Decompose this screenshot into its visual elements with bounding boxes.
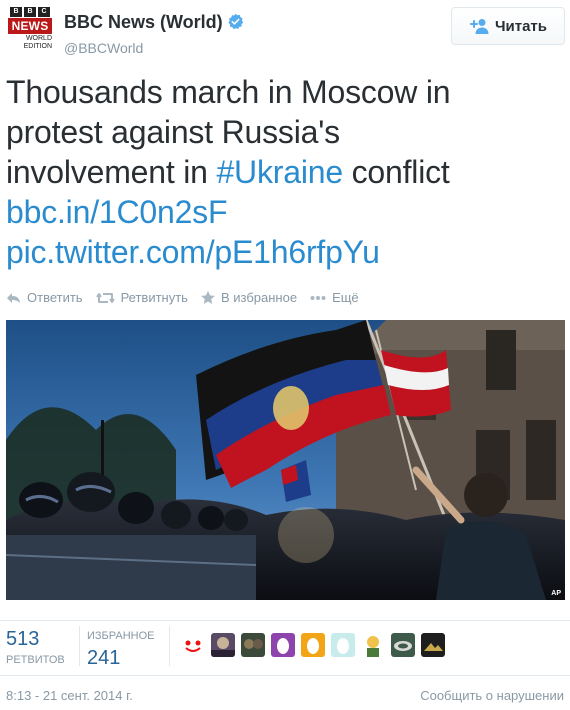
favorites-stat[interactable]: ИЗБРАННОЕ 241 — [87, 629, 155, 669]
report-link[interactable]: Сообщить о нарушении — [420, 688, 564, 703]
tweet-text: Thousands march in Moscow in protest aga… — [6, 72, 566, 272]
bbc-logo-letter-c: C — [38, 7, 50, 17]
more-button[interactable]: Ещё — [310, 290, 359, 305]
reply-label: Ответить — [27, 290, 83, 305]
reply-icon — [7, 292, 20, 303]
favoriters-avatars — [181, 633, 445, 657]
bbc-logo-news: NEWS — [8, 18, 52, 34]
favorite-button[interactable]: В избранное — [201, 290, 297, 305]
retweet-label: Ретвитнуть — [120, 290, 188, 305]
photo-avatar-icon — [241, 633, 265, 657]
favorite-label: В избранное — [220, 290, 298, 305]
bbc-logo-letter-b1: B — [10, 7, 22, 17]
protest-photo-image — [6, 320, 565, 600]
star-icon — [201, 291, 215, 304]
tweet-header: B B C NEWS WORLD EDITION BBC News (World… — [0, 0, 570, 62]
verified-badge-icon — [228, 13, 243, 30]
follow-button[interactable]: Читать — [451, 7, 565, 45]
article-link[interactable]: bbc.in/1C0n2sF — [6, 192, 566, 232]
bbc-logo-blocks: B B C — [10, 7, 50, 17]
egg-avatar-icon — [301, 633, 325, 657]
tweet-photo[interactable]: AP — [6, 320, 565, 600]
more-dots-icon — [310, 295, 326, 300]
photo-avatar-icon — [211, 633, 235, 657]
tweet-text-line-3: involvement in #Ukraine conflict — [6, 152, 566, 192]
bbc-logo-world-edition: WORLD EDITION — [23, 35, 52, 50]
reply-button[interactable]: Ответить — [6, 290, 83, 305]
retweets-count: 513 — [6, 628, 40, 650]
follow-button-label: Читать — [494, 17, 548, 35]
photo-avatar-icon — [421, 633, 445, 657]
smiley-avatar-icon — [181, 633, 205, 657]
stats-bottom-divider — [0, 675, 570, 676]
avatar[interactable] — [211, 633, 235, 657]
egg-avatar-icon — [331, 633, 355, 657]
retweet-button[interactable]: Ретвитнуть — [95, 290, 188, 305]
favorites-label: ИЗБРАННОЕ — [87, 630, 155, 642]
stats-separator — [79, 626, 80, 666]
egg-avatar-icon — [271, 633, 295, 657]
avatar[interactable] — [181, 633, 205, 657]
avatar[interactable] — [391, 633, 415, 657]
tweet-timestamp[interactable]: 8:13 - 21 сент. 2014 г. — [6, 688, 133, 703]
avatar[interactable] — [421, 633, 445, 657]
account-name-text[interactable]: BBC News (World) — [64, 12, 223, 32]
more-label: Ещё — [332, 290, 359, 305]
photo-credit: AP — [551, 590, 561, 597]
avatar[interactable] — [301, 633, 325, 657]
photo-avatar-icon — [391, 633, 415, 657]
stats-top-divider — [0, 620, 570, 621]
tweet-actions: Ответить Ретвитнуть В избранное Ещё — [6, 290, 372, 305]
favorites-count: 241 — [87, 647, 121, 669]
hashtag-link[interactable]: #Ukraine — [216, 154, 343, 190]
tweet-text-segment: involvement in — [6, 154, 217, 190]
avatar[interactable] — [361, 633, 385, 657]
photo-link[interactable]: pic.twitter.com/pE1h6rfpYu — [6, 232, 566, 272]
avatar[interactable] — [271, 633, 295, 657]
add-user-icon — [469, 19, 489, 34]
retweet-icon — [95, 292, 115, 303]
retweets-stat[interactable]: 513 РЕТВИТОВ — [6, 628, 65, 667]
avatar[interactable] — [241, 633, 265, 657]
cartoon-avatar-icon — [361, 633, 385, 657]
tweet-text-segment-end: conflict — [342, 154, 450, 190]
account-name[interactable]: BBC News (World) — [64, 12, 244, 33]
tweet-text-line-1: Thousands march in Moscow in — [6, 74, 451, 110]
retweets-label: РЕТВИТОВ — [6, 654, 65, 666]
stats-separator — [169, 626, 170, 666]
bbc-logo-letter-b2: B — [24, 7, 36, 17]
tweet-text-line-2: protest against Russia's — [6, 114, 340, 150]
avatar[interactable] — [331, 633, 355, 657]
account-handle[interactable]: @BBCWorld — [64, 40, 143, 56]
bbc-news-avatar[interactable]: B B C NEWS WORLD EDITION — [6, 6, 54, 54]
